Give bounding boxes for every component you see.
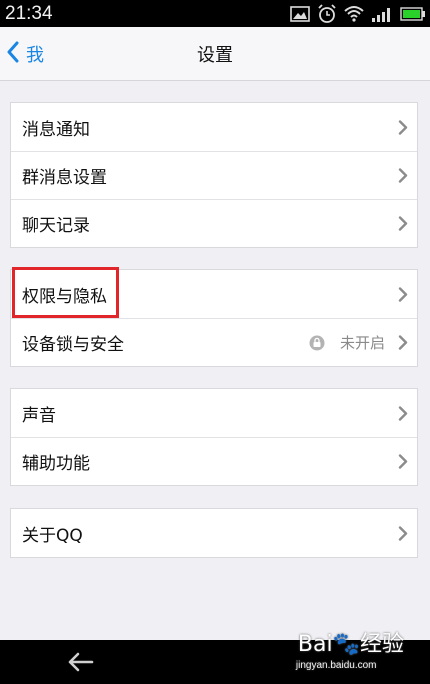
- settings-item-sound[interactable]: 声音: [11, 389, 417, 437]
- chevron-right-icon: [398, 216, 408, 235]
- settings-item-accessibility[interactable]: 辅助功能: [11, 437, 417, 485]
- chevron-right-icon: [398, 526, 408, 545]
- signal-icon: [371, 6, 393, 22]
- alarm-icon: [317, 4, 337, 23]
- status-icons: [290, 3, 426, 24]
- highlight-box: [12, 267, 119, 318]
- lock-icon: [309, 335, 325, 355]
- watermark: Bai🐾经验 jingyan.baidu.com: [296, 626, 404, 671]
- settings-item-chat-history[interactable]: 聊天记录: [11, 199, 417, 247]
- chevron-right-icon: [398, 120, 408, 139]
- settings-item-notifications[interactable]: 消息通知: [11, 103, 417, 151]
- nav-bar: 我 设置: [0, 27, 430, 81]
- settings-item-label: 设备锁与安全: [22, 334, 124, 355]
- settings-item-label: 辅助功能: [22, 453, 90, 474]
- chevron-right-icon: [398, 168, 408, 187]
- chevron-right-icon: [398, 287, 408, 306]
- device-lock-status: 未开启: [339, 333, 385, 352]
- page-title: 设置: [197, 45, 233, 66]
- settings-item-label: 聊天记录: [22, 215, 90, 236]
- status-time: 21:34: [5, 3, 53, 24]
- settings-group-1: 消息通知 群消息设置 聊天记录: [10, 102, 418, 248]
- chevron-right-icon: [398, 406, 408, 425]
- settings-item-label: 关于QQ: [22, 525, 83, 546]
- settings-item-label: 消息通知: [22, 119, 90, 140]
- arrow-left-icon[interactable]: [66, 651, 94, 677]
- settings-item-group-messages[interactable]: 群消息设置: [11, 151, 417, 199]
- status-bar: 21:34: [0, 0, 430, 27]
- chevron-right-icon: [398, 454, 408, 473]
- settings-item-label: 群消息设置: [22, 167, 107, 188]
- settings-item-label: 声音: [22, 405, 56, 426]
- settings-group-4: 关于QQ: [10, 508, 418, 558]
- wifi-icon: [344, 5, 364, 22]
- settings-item-about[interactable]: 关于QQ: [11, 509, 417, 557]
- battery-icon: [400, 6, 426, 22]
- chevron-right-icon: [398, 335, 408, 354]
- settings-group-3: 声音 辅助功能: [10, 388, 418, 486]
- settings-item-device-lock[interactable]: 设备锁与安全 未开启: [11, 318, 417, 366]
- watermark-subtitle: jingyan.baidu.com: [295, 660, 377, 671]
- watermark-title: Bai🐾经验: [297, 632, 404, 657]
- image-icon: [290, 5, 310, 22]
